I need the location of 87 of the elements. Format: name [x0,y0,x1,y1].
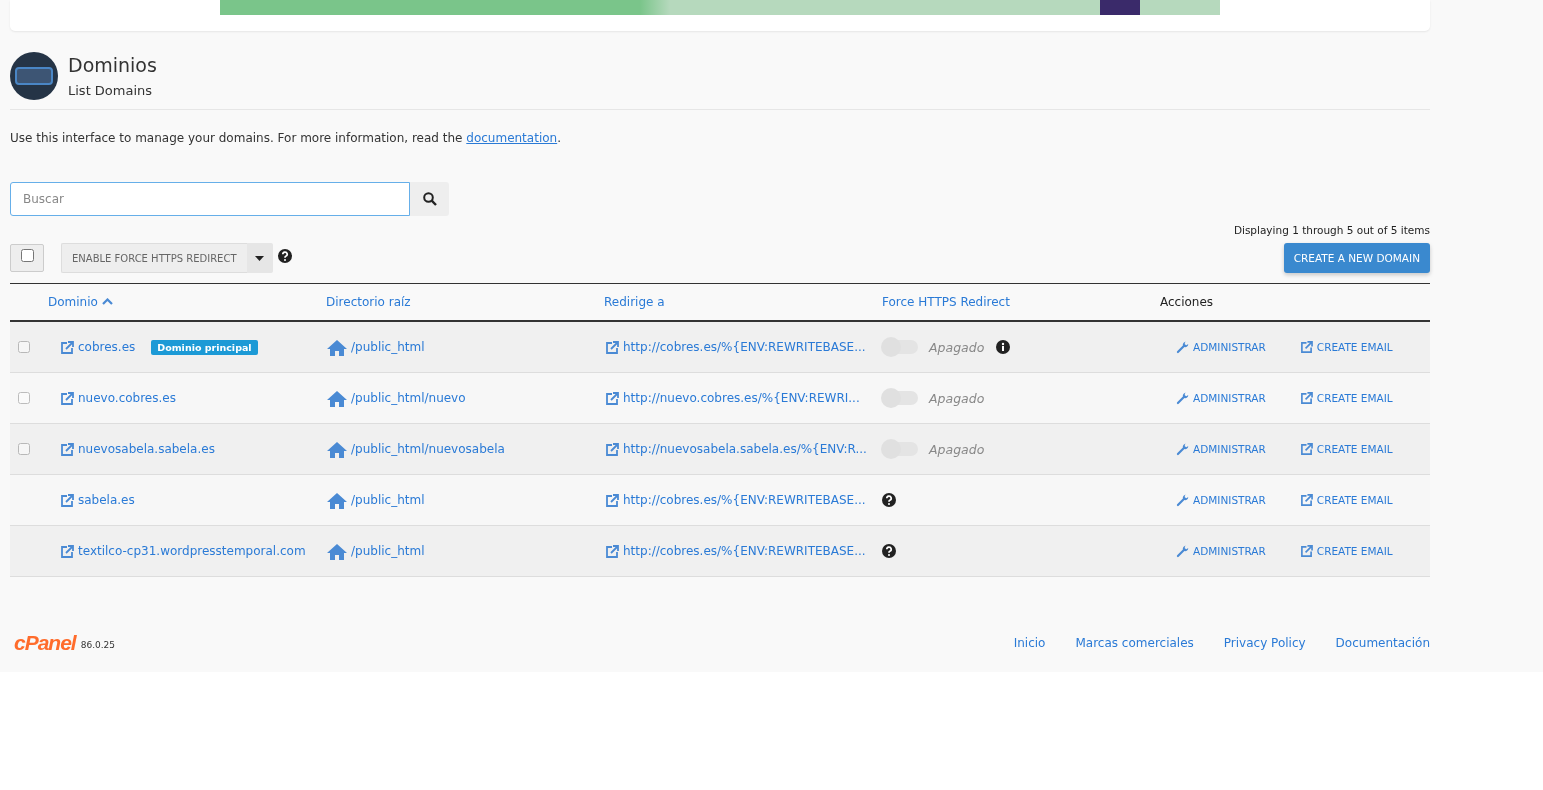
manage-link[interactable]: ADMINISTRAR [1193,443,1266,455]
external-link-icon [60,340,74,354]
wrench-icon [1176,340,1189,354]
row-checkbox[interactable] [18,341,30,353]
footer-link[interactable]: Inicio [1013,636,1046,650]
dropdown-toggle[interactable] [246,243,273,273]
external-link-icon [605,442,619,456]
create-email-link[interactable]: CREATE EMAIL [1316,494,1393,506]
create-email-link[interactable]: CREATE EMAIL [1316,392,1393,404]
external-link-icon [60,442,74,456]
manage-link[interactable]: ADMINISTRAR [1193,392,1266,404]
external-link-icon [605,391,619,405]
checkbox[interactable] [20,249,34,262]
domain-link[interactable]: textilco-cp31.wordpresstemporal.com [78,544,306,559]
primary-domain-badge: Dominio principal [151,339,258,355]
domain-link[interactable]: sabela.es [78,493,135,508]
external-link-icon [605,340,619,354]
help-icon [882,544,896,558]
create-email-link[interactable]: CREATE EMAIL [1316,545,1393,557]
search-field[interactable]: Buscar [10,182,410,216]
domain-link[interactable]: cobres.es [78,340,136,354]
wrench-icon [1176,493,1189,507]
search-icon [422,192,437,206]
toggle-status: Apagado [929,441,985,457]
directory-link[interactable]: /public_html [351,544,425,558]
external-link-icon [1299,443,1313,455]
cpanel-logo: cPanel [14,631,76,655]
create-domain-button[interactable]: CREATE A NEW DOMAIN [1283,243,1430,273]
page-title: Dominios [68,52,157,77]
toggle-status: Apagado [929,339,985,355]
external-link-icon [1299,494,1313,506]
home-icon [327,542,347,560]
column-header[interactable]: Redirige a [604,295,665,309]
column-header[interactable]: Force HTTPS Redirect [882,295,1010,309]
sort-ascending-icon [101,298,113,305]
external-link-icon [1299,341,1313,353]
external-link-icon [60,391,74,405]
page-subtitle: List Domains [68,81,154,100]
footer-link[interactable]: Marcas comerciales [1075,636,1194,650]
search-button[interactable] [410,182,449,216]
external-link-icon [60,493,74,507]
column-header: Acciones [1160,295,1214,309]
version-text: 86.0.25 [80,640,116,650]
row-checkbox[interactable] [18,392,30,404]
caret-icon [255,255,264,261]
create-email-link[interactable]: CREATE EMAIL [1316,443,1393,455]
footer-link[interactable]: Documentación [1335,636,1430,650]
directory-link[interactable]: /public_html [351,340,425,354]
home-icon [327,440,347,458]
wrench-icon [1176,391,1189,405]
column-header[interactable]: Directorio raíz [326,295,411,309]
external-link-icon [60,544,74,558]
domain-link[interactable]: nuevosabela.sabela.es [78,442,215,457]
toggle-status: Apagado [929,390,985,406]
intro-text: Use this interface to manage your domains. For more information, read the documentation. [10,130,562,146]
help-icon [882,493,896,507]
manage-link[interactable]: ADMINISTRAR [1193,545,1266,557]
documentation-link[interactable]: documentation [466,131,558,145]
directory-link[interactable]: /public_html/nuevosabela [351,442,505,456]
row-checkbox[interactable] [18,443,30,455]
manage-link[interactable]: ADMINISTRAR [1193,494,1266,506]
paging-summary: Displaying 1 through 5 out of 5 items [1232,224,1430,236]
directory-link[interactable]: /public_html/nuevo [351,391,466,405]
home-icon [327,389,347,407]
external-link-icon [1299,392,1313,404]
home-icon [327,491,347,509]
external-link-icon [605,493,619,507]
redirect-link[interactable]: http://nuevo.cobres.es/%{ENV:REWRI... [623,391,860,406]
select-all-checkbox[interactable] [10,244,44,272]
redirect-link[interactable]: http://nuevosabela.sabela.es/%{ENV:R... [623,442,867,457]
footer-link[interactable]: Privacy Policy [1223,636,1306,650]
domain-icon [10,52,58,100]
domain-link[interactable]: nuevo.cobres.es [78,391,176,406]
wrench-icon [1176,544,1189,558]
directory-link[interactable]: /public_html [351,493,425,507]
external-link-icon [605,544,619,558]
redirect-link[interactable]: http://cobres.es/%{ENV:REWRITEBASE... [623,340,866,355]
help-icon [277,249,292,263]
manage-link[interactable]: ADMINISTRAR [1193,341,1266,353]
wrench-icon [1176,442,1189,456]
redirect-link[interactable]: http://cobres.es/%{ENV:REWRITEBASE... [623,544,866,559]
external-link-icon [1299,545,1313,557]
create-email-link[interactable]: CREATE EMAIL [1316,341,1393,353]
redirect-link[interactable]: http://cobres.es/%{ENV:REWRITEBASE... [623,493,866,508]
home-icon [327,338,347,356]
bulk-action-button[interactable]: ENABLE FORCE HTTPS REDIRECT [61,243,247,273]
column-header[interactable]: Dominio [48,295,113,309]
